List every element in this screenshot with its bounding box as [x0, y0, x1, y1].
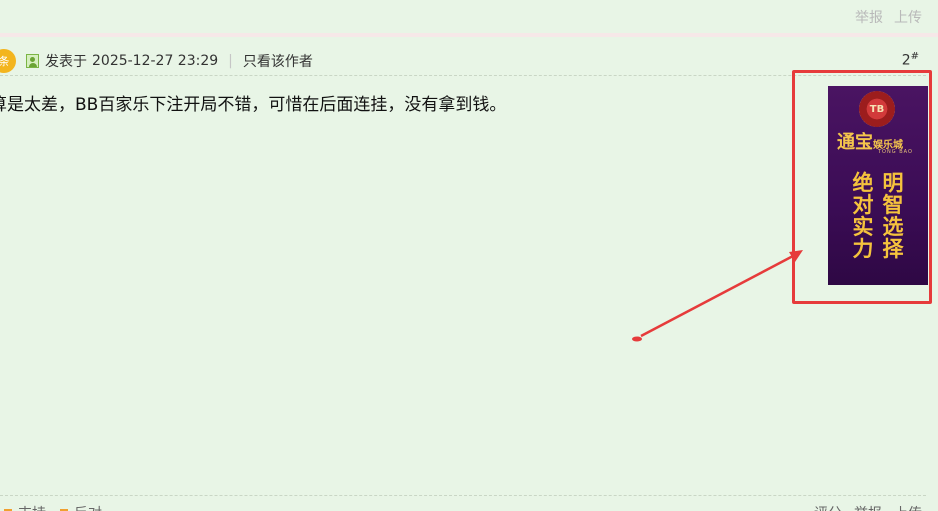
- support-label: 支持: [18, 506, 46, 511]
- header-divider: [0, 75, 926, 76]
- post-content: 算是太差，BB百家乐下注开局不错，可惜在后面连挂，没有拿到钱。: [0, 95, 507, 115]
- user-icon: [26, 54, 39, 68]
- footer-left: 支持 反对: [4, 503, 102, 511]
- upload-link[interactable]: 上传: [894, 7, 922, 27]
- only-author-link[interactable]: 只看该作者: [243, 51, 313, 71]
- footer-right: 评分 举报 上传: [814, 503, 922, 511]
- oppose-label: 反对: [74, 506, 102, 511]
- user-badge-icon: 条: [0, 49, 16, 73]
- support-button[interactable]: 支持: [4, 503, 46, 511]
- floor-mark: #: [910, 51, 919, 62]
- separator: |: [228, 53, 233, 69]
- arrow-tail-dot: [632, 336, 642, 342]
- badge-text: 条: [0, 55, 10, 68]
- report-link[interactable]: 举报: [855, 7, 883, 27]
- footer-report-link[interactable]: 举报: [854, 503, 882, 511]
- divider-band: [0, 33, 938, 37]
- post-header: 条 发表于 2025-12-27 23:29 | 只看该作者: [0, 49, 313, 73]
- top-actions: 举报 上传: [855, 7, 922, 27]
- footer-upload-link[interactable]: 上传: [894, 503, 922, 511]
- footer-divider: [0, 495, 926, 496]
- posted-label: 发表于: [45, 54, 87, 70]
- arrow-line: [640, 254, 794, 338]
- floor-value: 2: [901, 52, 911, 69]
- annotation-box: [792, 70, 932, 304]
- rate-link[interactable]: 评分: [814, 503, 842, 511]
- post-datetime: 2025-12-27 23:29: [92, 53, 219, 69]
- floor-number[interactable]: 2#: [902, 51, 919, 69]
- page: 举报 上传 条 发表于 2025-12-27 23:29 | 只看该作者 2# …: [0, 0, 938, 511]
- oppose-button[interactable]: 反对: [60, 503, 102, 511]
